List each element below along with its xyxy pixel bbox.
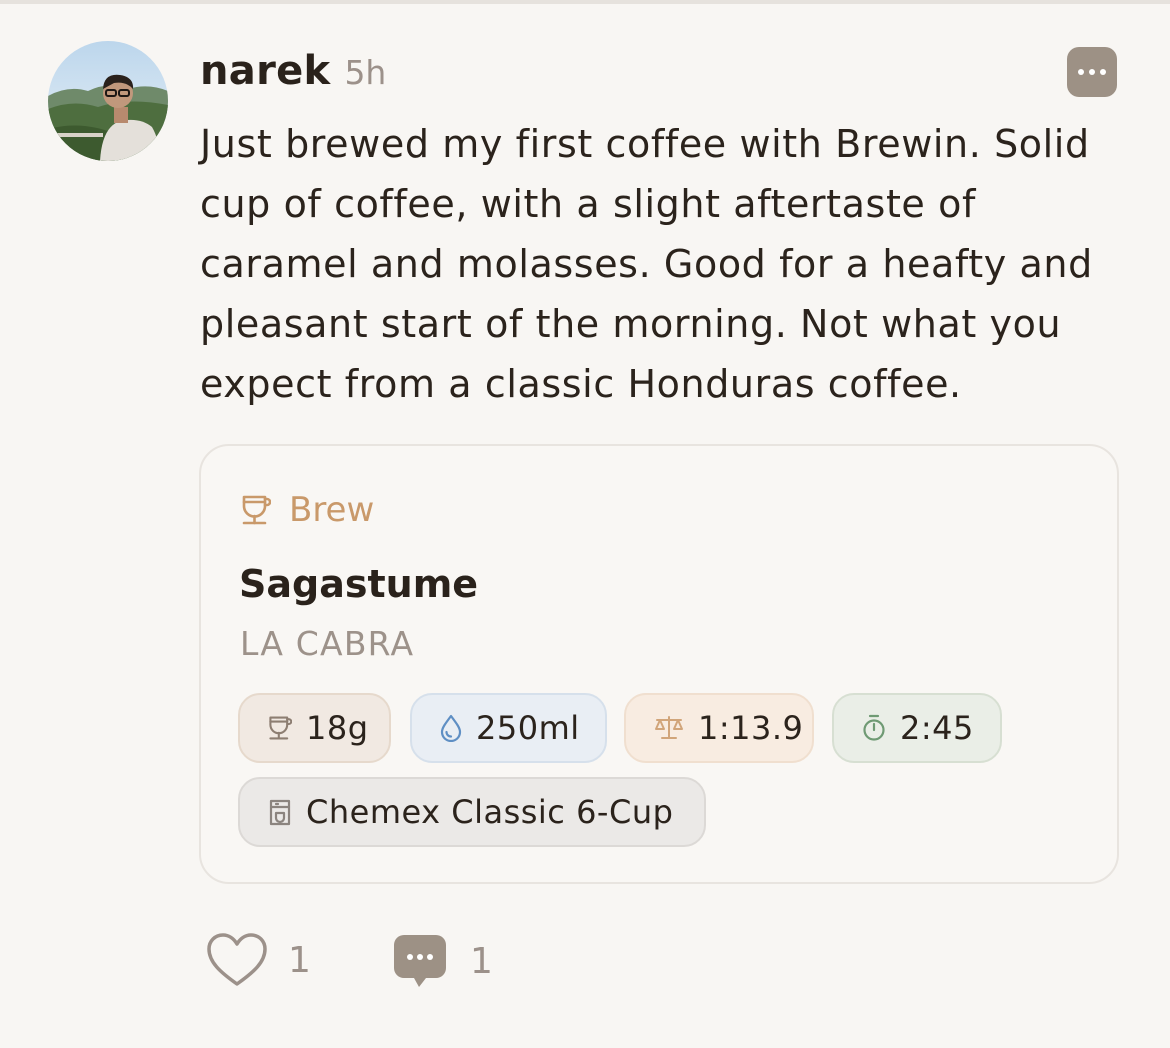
avatar[interactable]	[48, 41, 168, 161]
time-chip: 2:45	[832, 693, 1002, 763]
coffee-cup-icon	[269, 716, 292, 740]
water-value: 250ml	[476, 709, 580, 747]
more-options-button[interactable]	[1067, 47, 1117, 97]
ratio-chip: 1:13.9	[624, 693, 814, 763]
post-text: Just brewed my first coffee with Brewin.…	[200, 122, 1093, 406]
comment-count: 1	[470, 940, 493, 982]
dose-value: 18g	[306, 709, 369, 747]
scale-icon	[655, 716, 683, 739]
brew-label-text: Brew	[289, 490, 375, 530]
like-count: 1	[288, 939, 311, 981]
brew-type-label: Brew	[241, 490, 374, 530]
brew-card[interactable]: Brew Sagastume LA CABRA 18g 250ml 1:13.9…	[199, 444, 1119, 884]
timer-icon	[863, 714, 885, 741]
heart-icon	[207, 933, 267, 986]
roaster-name: LA CABRA	[240, 624, 415, 663]
dose-chip: 18g	[238, 693, 391, 763]
post-time: 5h	[344, 53, 387, 92]
comment-icon	[394, 935, 446, 987]
username[interactable]: narek	[200, 48, 330, 94]
avatar-image	[48, 41, 168, 161]
coffee-name: Sagastume	[239, 562, 479, 606]
ratio-value: 1:13.9	[698, 709, 804, 747]
post-header: narek 5h	[200, 48, 386, 94]
post-actions: 1 1	[206, 932, 606, 1002]
brew-cup-icon	[242, 495, 271, 525]
like-button[interactable]: 1	[206, 932, 311, 988]
coffee-maker-icon	[269, 799, 291, 826]
more-dots-icon	[1078, 69, 1084, 75]
water-drop-icon	[440, 714, 462, 742]
time-value: 2:45	[900, 709, 974, 747]
water-chip: 250ml	[410, 693, 607, 763]
brewer-name: Chemex Classic 6-Cup	[306, 793, 674, 831]
top-divider	[0, 0, 1170, 4]
brewer-chip: Chemex Classic 6-Cup	[238, 777, 706, 847]
comment-button[interactable]: 1	[392, 932, 493, 990]
